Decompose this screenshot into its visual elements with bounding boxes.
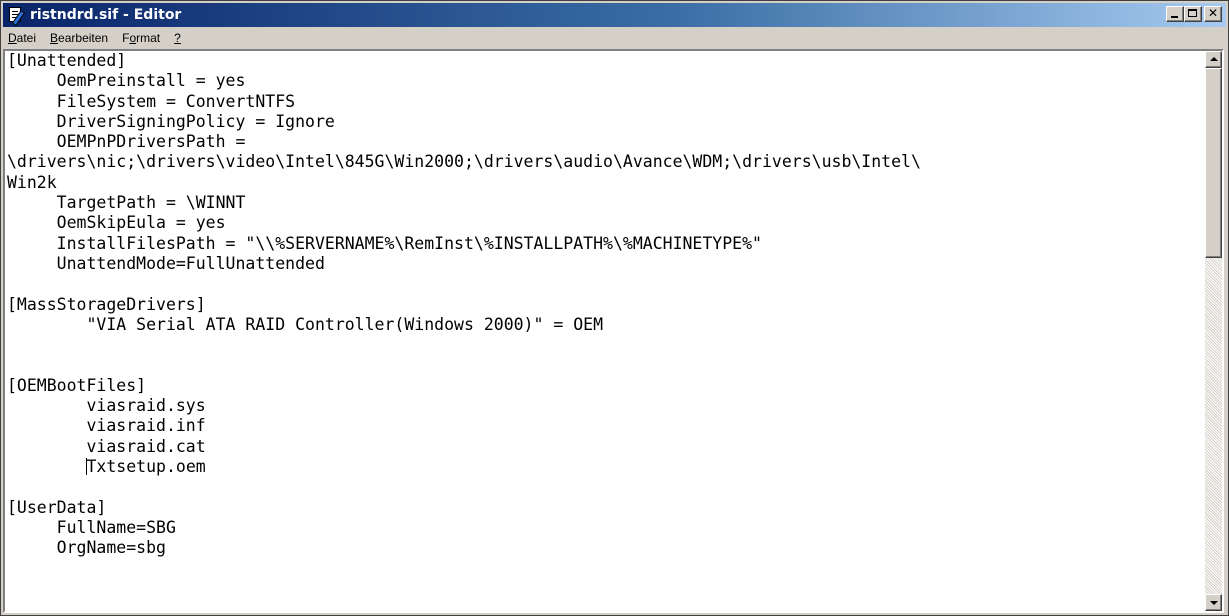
- window-controls: ✕: [1166, 6, 1222, 22]
- vertical-scrollbar[interactable]: [1205, 51, 1222, 611]
- notepad-icon[interactable]: [7, 6, 26, 26]
- window-title: ristndrd.sif - Editor: [30, 7, 182, 23]
- text-line: [7, 335, 1205, 355]
- editor-text-area[interactable]: [Unattended] OemPreinstall = yes FileSys…: [5, 51, 1205, 611]
- text-line: OrgName=sbg: [7, 538, 166, 558]
- text-line: TargetPath = \WINNT: [7, 193, 246, 213]
- text-line: viasraid.sys: [7, 396, 206, 416]
- scroll-up-arrow-icon[interactable]: [1205, 51, 1222, 68]
- text-line: [OEMBootFiles]: [7, 375, 147, 395]
- text-line: [7, 355, 1205, 375]
- scroll-thumb[interactable]: [1205, 68, 1222, 258]
- text-line: InstallFilesPath = "\\%SERVERNAME%\RemIn…: [7, 233, 762, 253]
- text-editor[interactable]: [Unattended] OemPreinstall = yes FileSys…: [3, 49, 1224, 613]
- close-icon[interactable]: ✕: [1204, 6, 1222, 22]
- text-line: \drivers\nic;\drivers\video\Intel\845G\W…: [7, 152, 921, 172]
- text-line: viasraid.inf: [7, 416, 206, 436]
- menu-item-datei[interactable]: Datei: [3, 31, 43, 45]
- text-line: [Unattended]: [7, 51, 127, 70]
- text-line: UnattendMode=FullUnattended: [7, 253, 325, 273]
- text-line: OemPreinstall = yes: [7, 71, 246, 91]
- text-line: "VIA Serial ATA RAID Controller(Windows …: [7, 314, 604, 334]
- menu-item-help[interactable]: ?: [167, 31, 188, 45]
- text-line: OemSkipEula = yes: [7, 213, 226, 233]
- text-line: [UserData]: [7, 497, 107, 517]
- text-line: [MassStorageDrivers]: [7, 294, 206, 314]
- text-line: FullName=SBG: [7, 517, 176, 537]
- maximize-icon[interactable]: [1184, 6, 1202, 22]
- scroll-down-arrow-icon[interactable]: [1205, 594, 1222, 611]
- text-line: viasraid.cat: [7, 436, 206, 456]
- text-caret: [86, 457, 88, 475]
- text-line: Txtsetup.oem: [86, 456, 206, 476]
- text-line: [7, 477, 1205, 497]
- text-line: Win2k: [7, 172, 57, 192]
- menu-item-format[interactable]: Format: [115, 31, 167, 45]
- text-line: [7, 274, 1205, 294]
- text-line: DriverSigningPolicy = Ignore: [7, 111, 335, 131]
- text-line: OEMPnPDriversPath =: [7, 132, 246, 152]
- text-line: FileSystem = ConvertNTFS: [7, 91, 296, 111]
- notepad-window: ristndrd.sif - Editor ✕ Datei Bearbeiten F…: [0, 0, 1229, 616]
- menu-bar: Datei Bearbeiten Format?: [3, 28, 1226, 48]
- minimize-icon[interactable]: [1166, 6, 1184, 22]
- title-bar[interactable]: ristndrd.sif - Editor ✕: [3, 3, 1226, 27]
- menu-item-bearbeiten[interactable]: Bearbeiten: [43, 31, 115, 45]
